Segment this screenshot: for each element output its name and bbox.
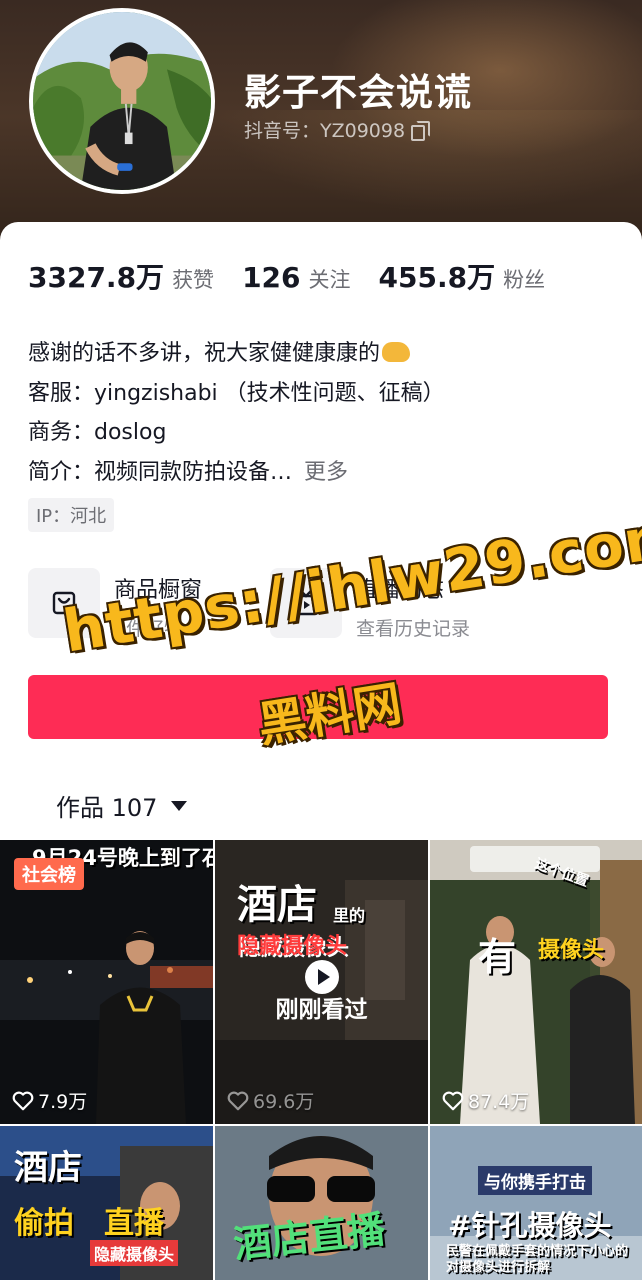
- hot-badge: 社会榜: [14, 858, 84, 890]
- stat-following-label: 关注: [308, 268, 351, 292]
- video-caption-tag: 隐藏摄像头: [90, 1240, 179, 1266]
- heart-icon: [442, 1091, 464, 1110]
- video-tile[interactable]: 这个位置 有 摄像头 87.4万: [430, 840, 642, 1124]
- stat-followers-label: 粉丝: [503, 268, 546, 292]
- avatar[interactable]: [29, 8, 215, 194]
- feature-title: 商品橱窗: [114, 578, 203, 603]
- bio-line-text: 简介：视频同款防拍设备…: [28, 459, 293, 485]
- bio-line: 感谢的话不多讲，祝大家健健康康的: [28, 334, 445, 374]
- stat-followers-value: 455.8万: [378, 261, 496, 294]
- video-tile[interactable]: 酒店直播: [215, 1126, 428, 1280]
- bio-line-text: 感谢的话不多讲，祝大家健健康康的: [28, 341, 381, 366]
- video-caption-main: 酒店: [14, 1148, 82, 1188]
- video-likes-count: 7.9万: [38, 1091, 88, 1113]
- copy-icon[interactable]: [411, 121, 431, 141]
- stat-followers[interactable]: 455.8万 粉丝: [379, 256, 546, 296]
- video-tile[interactable]: 酒店 偷拍 直播 隐藏摄像头: [0, 1126, 213, 1280]
- stat-following-value: 126: [242, 261, 301, 294]
- video-caption-main: 酒店: [237, 882, 317, 928]
- ip-location-badge: IP：河北: [28, 498, 115, 532]
- video-likes: 87.4万: [442, 1087, 529, 1114]
- video-thumbnail: [430, 840, 642, 1124]
- douyin-id[interactable]: 抖音号：YZ09098: [244, 116, 431, 143]
- video-caption-b: 直播: [104, 1206, 164, 1241]
- feature-subtitle: 2件好物: [114, 618, 184, 640]
- just-watched-label: 刚刚看过: [275, 997, 368, 1023]
- video-caption-tag: 隐藏摄像头: [237, 934, 348, 959]
- handshake-emoji-icon: [382, 342, 411, 362]
- video-caption-main: #针孔摄像头: [448, 1209, 612, 1242]
- stat-following[interactable]: 126 关注: [242, 261, 350, 294]
- stats-row: 3327.8万 获赞 126 关注 455.8万 粉丝: [28, 256, 573, 296]
- bio-more-link[interactable]: 更多: [304, 460, 348, 485]
- video-grid: 9月24号晚上到了石家庄 社会榜 7.9万 酒店 里的 隐藏摄像头 刚刚看过 6…: [0, 840, 642, 1280]
- tab-works-label: 作品 107: [56, 794, 158, 822]
- feature-title: 直播动态: [356, 578, 445, 603]
- bio: 感谢的话不多讲，祝大家健健康康的 客服：yingzishabi （技术性问题、征…: [28, 334, 445, 492]
- douyin-id-text: 抖音号：YZ09098: [244, 120, 406, 142]
- stat-likes[interactable]: 3327.8万 获赞: [28, 256, 214, 296]
- heart-icon: [227, 1091, 249, 1110]
- shopping-bag-icon: [28, 568, 100, 638]
- bio-line: 客服：yingzishabi （技术性问题、征稿）: [28, 380, 445, 406]
- video-likes: 69.6万: [227, 1087, 314, 1114]
- video-tile[interactable]: 与你携手打击 #针孔摄像头 民警在佩戴手套的情况下小心的对摄像头进行拆解: [430, 1126, 642, 1280]
- video-caption-sub: 民警在佩戴手套的情况下小心的对摄像头进行拆解: [446, 1244, 629, 1275]
- follow-button[interactable]: [28, 675, 608, 739]
- tab-works[interactable]: 作品 107: [56, 788, 188, 823]
- heart-icon: [12, 1091, 34, 1110]
- video-caption-tag: 摄像头: [538, 938, 605, 963]
- caret-down-icon: [171, 800, 188, 811]
- video-likes-count: 69.6万: [253, 1091, 315, 1113]
- stat-likes-label: 获赞: [172, 268, 215, 292]
- video-tile[interactable]: 酒店 里的 隐藏摄像头 刚刚看过 69.6万: [215, 840, 428, 1124]
- video-caption-main: 有: [478, 935, 517, 979]
- bio-line: 简介：视频同款防拍设备… 更多: [28, 453, 445, 493]
- nickname: 影子不会说谎: [244, 71, 472, 114]
- video-likes: 7.9万: [12, 1087, 87, 1114]
- feature-shop-window[interactable]: 商品橱窗 2件好物: [28, 568, 202, 641]
- video-tile[interactable]: 9月24号晚上到了石家庄 社会榜 7.9万: [0, 840, 213, 1124]
- video-caption-a: 偷拍: [14, 1206, 74, 1241]
- video-caption-sub: 里的: [333, 906, 366, 925]
- stat-likes-value: 3327.8万: [28, 261, 165, 294]
- play-icon: [304, 960, 339, 994]
- bio-line: 商务：doslog: [28, 420, 167, 445]
- feature-subtitle: 查看历史记录: [356, 618, 471, 640]
- video-likes-count: 87.4万: [468, 1091, 530, 1113]
- tv-icon: [270, 568, 342, 638]
- feature-live-history[interactable]: 直播动态 查看历史记录: [270, 568, 470, 641]
- avatar-photo: [33, 12, 211, 190]
- video-caption-top: 与你携手打击: [478, 1166, 592, 1195]
